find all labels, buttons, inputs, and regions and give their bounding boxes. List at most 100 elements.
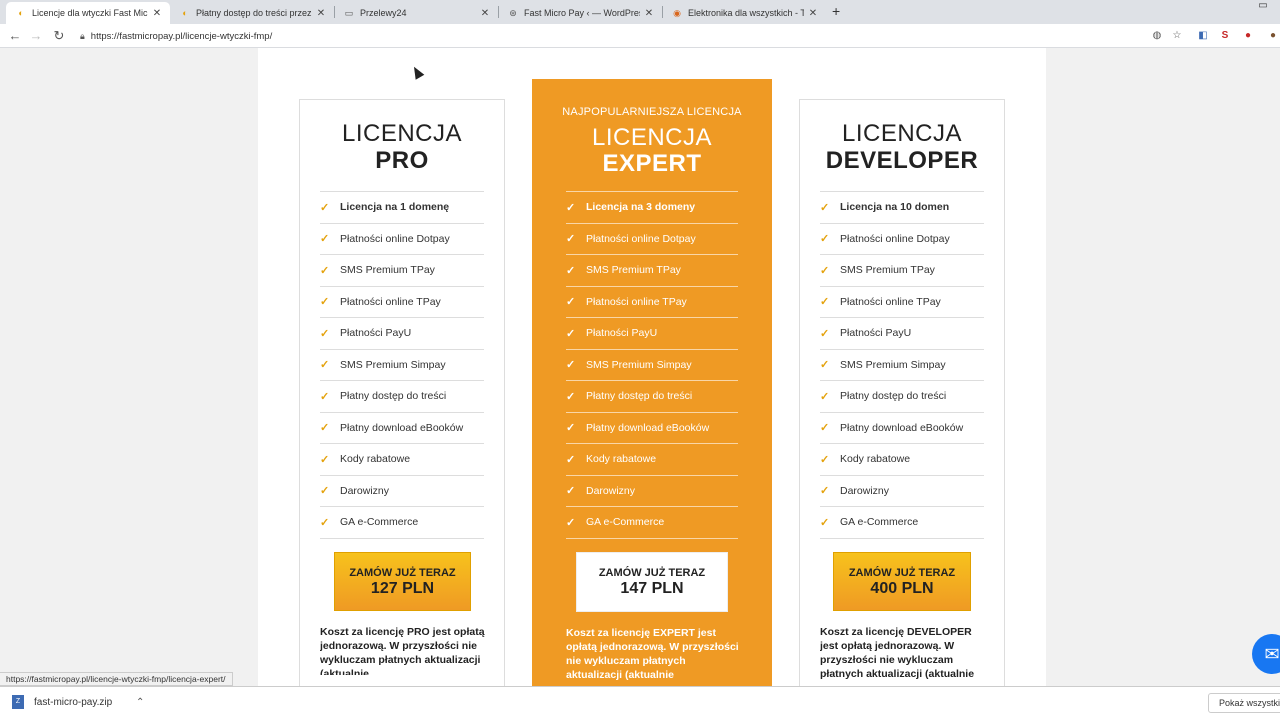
license-name: EXPERT — [602, 150, 702, 177]
checkmark-icon: ✓ — [820, 296, 830, 309]
site-info-icon[interactable]: ◍ — [1150, 29, 1164, 43]
feature-label: SMS Premium Simpay — [840, 358, 946, 371]
feature-item: ✓ Licencja na 1 domenę — [320, 192, 484, 224]
price: 400 PLN — [870, 580, 934, 597]
feature-label: Płatny dostęp do treści — [340, 390, 447, 403]
order-button[interactable]: ZAMÓW JUŻ TERAZ 127 PLN — [334, 552, 471, 611]
feature-label: SMS Premium Simpay — [586, 358, 692, 371]
license-card-pro: LICENCJA PRO ✓ Licencja na 1 domenę ✓ Płatn… — [299, 99, 505, 699]
license-name: DEVELOPER — [825, 147, 979, 174]
order-button[interactable]: ZAMÓW JUŻ TERAZ 400 PLN — [833, 552, 971, 611]
s-extension-icon[interactable]: S — [1218, 29, 1232, 43]
feature-label: Płatności online TPay — [586, 295, 687, 308]
feature-label: Płatności online Dotpay — [586, 232, 696, 245]
feature-item: ✓ Kody rabatowe — [820, 444, 984, 476]
tab-close-icon[interactable]: ✕ — [480, 8, 490, 19]
tab-close-icon[interactable]: ✕ — [808, 8, 818, 19]
address-bar[interactable]: 🔒︎ https://fastmicropay.pl/licencje-wtyc… — [80, 27, 272, 45]
tab-licencje[interactable]: ◐ Licencje dla wtyczki Fast Micro P… ✕ — [6, 2, 170, 24]
tab-title: Płatny dostęp do treści przez Pr… — [196, 8, 312, 18]
checkmark-icon: ✓ — [566, 233, 576, 246]
checkmark-icon: ✓ — [566, 201, 576, 214]
order-label: ZAMÓW JUŻ TERAZ — [598, 567, 706, 579]
checkmark-icon: ✓ — [820, 327, 830, 340]
checkmark-icon: ✓ — [566, 516, 576, 529]
feature-item: ✓ Płatności online TPay — [320, 287, 484, 318]
feature-item: ✓ Płatności PayU — [820, 318, 984, 350]
tab-platny-dostep[interactable]: ◐ Płatny dostęp do treści przez Pr… ✕ — [170, 2, 334, 24]
feature-label: Płatności PayU — [840, 327, 912, 340]
minimize-window-icon[interactable]: ▭ — [1250, 0, 1276, 14]
feature-item: ✓ Licencja na 10 domen — [820, 192, 984, 224]
bookmark-star-icon[interactable]: ☆ — [1170, 29, 1184, 43]
reload-icon[interactable]: ↻ — [51, 28, 67, 44]
feature-item: ✓ Darowizny — [820, 476, 984, 507]
feature-item: ✓ SMS Premium TPay — [566, 255, 738, 287]
wordpress-favicon-icon: ⊛ — [509, 7, 517, 18]
feature-list: ✓ Licencja na 1 domenę ✓ Płatności online D… — [320, 191, 484, 539]
profile-avatar-icon[interactable]: ● — [1266, 29, 1280, 43]
price: 127 PLN — [370, 580, 435, 597]
feature-label: GA e-Commerce — [840, 516, 919, 529]
license-card-developer: LICENCJA DEVELOPER ✓ Licencja na 10 domen… — [799, 99, 1005, 699]
checkmark-icon: ✓ — [820, 264, 830, 277]
forward-arrow-icon[interactable]: → — [28, 28, 44, 44]
license-title: LICENCJA — [841, 120, 963, 147]
red-extension-icon[interactable]: ● — [1241, 29, 1255, 43]
license-note: Koszt za licencję EXPERT jest opłatą jed… — [566, 627, 739, 681]
tab-przelewy24[interactable]: ▭ Przelewy24 ✕ — [334, 2, 498, 24]
order-label: ZAMÓW JUŻ TERAZ — [848, 567, 956, 579]
feature-item: ✓ Płatny download eBooków — [320, 413, 484, 444]
page-favicon-icon: ◉ — [673, 7, 681, 18]
feature-label: Darowizny — [340, 484, 390, 497]
tab-close-icon[interactable]: ✕ — [152, 8, 162, 19]
tab-elektronika[interactable]: ◉ Elektronika dla wszystkich - Trom… ✕ — [662, 2, 826, 24]
checkmark-icon: ✓ — [566, 390, 576, 403]
feature-label: GA e-Commerce — [340, 516, 419, 529]
zip-file-icon: Z — [12, 695, 24, 709]
checkmark-icon: ✓ — [820, 453, 830, 466]
download-item[interactable]: Z fast-micro-pay.zip — [12, 695, 112, 709]
license-note: Koszt za licencję DEVELOPER jest opłatą … — [820, 626, 975, 680]
show-all-downloads-button[interactable]: Pokaż wszystkie — [1208, 693, 1280, 713]
checkmark-icon: ✓ — [320, 201, 330, 214]
download-filename: fast-micro-pay.zip — [34, 696, 113, 708]
tab-close-icon[interactable]: ✕ — [316, 8, 326, 19]
feature-item: ✓ SMS Premium Simpay — [820, 350, 984, 381]
feature-item: ✓ Licencja na 3 domeny — [566, 192, 738, 224]
checkmark-icon: ✓ — [320, 359, 330, 372]
feature-item: ✓ SMS Premium TPay — [820, 255, 984, 287]
chevron-up-icon[interactable]: ⌃ — [136, 697, 144, 708]
checkmark-icon: ✓ — [566, 327, 576, 340]
back-arrow-icon[interactable]: ← — [7, 28, 23, 44]
order-button[interactable]: ZAMÓW JUŻ TERAZ 147 PLN — [576, 552, 728, 612]
tab-wordpress[interactable]: ⊛ Fast Micro Pay ‹ — WordPress ✕ — [498, 2, 662, 24]
checkmark-icon: ✓ — [820, 516, 830, 529]
feature-item: ✓ Płatny download eBooków — [566, 413, 738, 444]
checkmark-icon: ✓ — [320, 390, 330, 403]
feature-label: Darowizny — [840, 484, 890, 497]
feature-label: Płatny download eBooków — [340, 421, 464, 434]
feature-item: ✓ GA e-Commerce — [566, 507, 738, 539]
feature-label: Licencja na 10 domen — [840, 201, 950, 214]
feature-item: ✓ Płatny dostęp do treści — [320, 381, 484, 413]
status-bar-url: https://fastmicropay.pl/licencje-wtyczki… — [0, 672, 233, 686]
tab-title: Przelewy24 — [360, 8, 407, 18]
feature-label: Płatny dostęp do treści — [840, 390, 947, 403]
checkmark-icon: ✓ — [320, 296, 330, 309]
translate-extension-icon[interactable]: ◧ — [1196, 29, 1210, 43]
checkmark-icon: ✓ — [566, 296, 576, 309]
feature-item: ✓ SMS Premium Simpay — [566, 350, 738, 381]
new-tab-button[interactable]: + — [832, 3, 840, 19]
feature-label: Kody rabatowe — [340, 453, 411, 466]
license-title: LICENCJA — [591, 124, 713, 151]
tab-close-icon[interactable]: ✕ — [644, 8, 654, 19]
license-title: LICENCJA — [341, 120, 463, 147]
feature-label: SMS Premium TPay — [840, 264, 935, 277]
feature-label: Płatny dostęp do treści — [586, 390, 693, 403]
feature-label: Licencja na 3 domeny — [586, 201, 696, 214]
feature-label: Kody rabatowe — [586, 453, 657, 466]
feature-item: ✓ Płatny dostęp do treści — [820, 381, 984, 413]
checkmark-icon: ✓ — [566, 422, 576, 435]
checkmark-icon: ✓ — [566, 485, 576, 498]
